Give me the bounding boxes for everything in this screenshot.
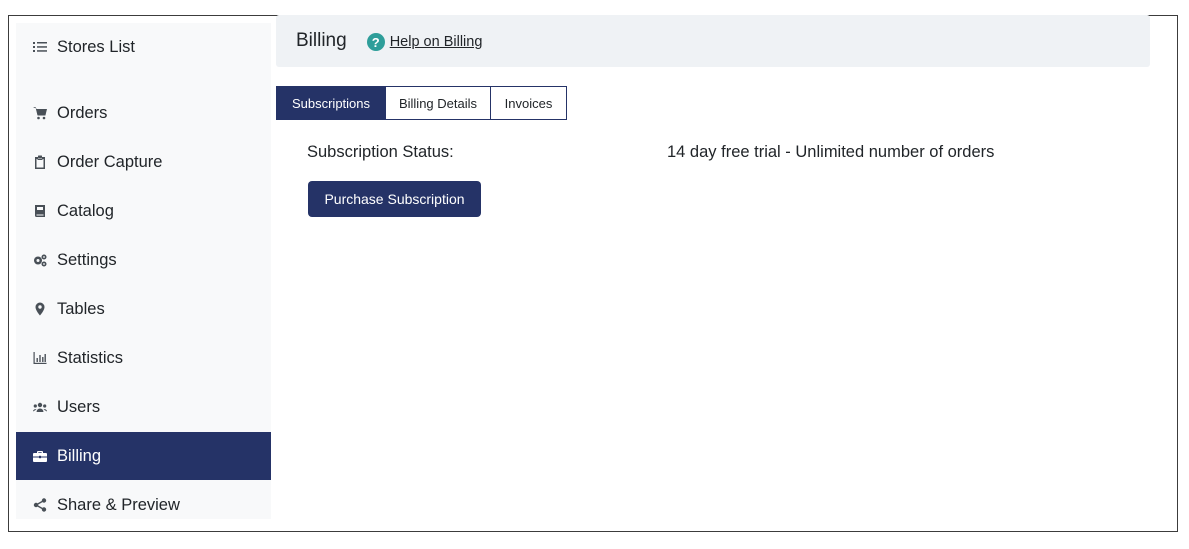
page-title: Billing: [296, 30, 347, 51]
cogs-icon: [33, 253, 47, 267]
sidebar-item-label: Statistics: [57, 348, 124, 367]
sidebar-item-settings[interactable]: Settings: [16, 236, 271, 284]
sidebar-item-orders[interactable]: Orders: [16, 89, 271, 137]
cart-icon: [33, 106, 47, 120]
question-circle-icon[interactable]: ?: [366, 33, 385, 51]
page-header: Billing ? Help on Billing: [276, 15, 1150, 67]
sidebar-item-label: Order Capture: [57, 152, 163, 171]
sidebar: Stores List Orders Order Capture Catalog…: [16, 23, 271, 519]
map-marker-icon: [33, 302, 47, 316]
clipboard-icon: [33, 155, 47, 169]
sidebar-item-billing[interactable]: Billing: [16, 432, 271, 480]
sidebar-item-label: Share & Preview: [57, 495, 180, 514]
sidebar-item-label: Stores List: [57, 37, 135, 56]
sidebar-item-order-capture[interactable]: Order Capture: [16, 138, 271, 186]
sidebar-item-label: Billing: [57, 446, 102, 465]
sidebar-item-tables[interactable]: Tables: [16, 285, 271, 333]
app-frame: Stores List Orders Order Capture Catalog…: [8, 15, 1178, 532]
tab-subscriptions[interactable]: Subscriptions: [276, 86, 386, 120]
sidebar-item-label: Tables: [57, 299, 105, 318]
bar-chart-icon: [33, 351, 47, 365]
users-icon: [33, 400, 47, 414]
subscription-status-label: Subscription Status:: [307, 143, 454, 161]
sidebar-item-statistics[interactable]: Statistics: [16, 334, 271, 382]
sidebar-item-label: Catalog: [57, 201, 114, 220]
tab-billing-details[interactable]: Billing Details: [386, 86, 491, 120]
sidebar-item-users[interactable]: Users: [16, 383, 271, 431]
sidebar-item-stores-list[interactable]: Stores List: [16, 23, 271, 71]
billing-tabs: Subscriptions Billing Details Invoices: [276, 86, 567, 120]
share-icon: [33, 498, 47, 512]
sidebar-item-label: Orders: [57, 103, 108, 122]
book-icon: [33, 204, 47, 218]
list-icon: [33, 40, 47, 54]
sidebar-item-label: Settings: [57, 250, 117, 269]
sidebar-item-catalog[interactable]: Catalog: [16, 187, 271, 235]
purchase-subscription-button[interactable]: Purchase Subscription: [308, 181, 481, 217]
tab-invoices[interactable]: Invoices: [491, 86, 567, 120]
sidebar-item-share-preview[interactable]: Share & Preview: [16, 481, 271, 529]
subscription-status-value: 14 day free trial - Unlimited number of …: [667, 143, 995, 161]
help-link[interactable]: Help on Billing: [390, 34, 483, 50]
briefcase-icon: [33, 449, 47, 463]
sidebar-item-label: Users: [57, 397, 101, 416]
